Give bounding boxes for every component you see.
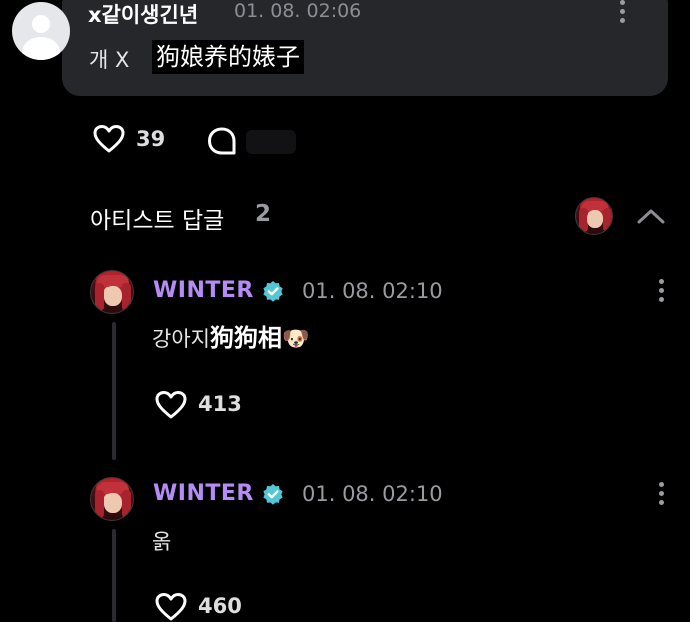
chevron-up-icon[interactable] xyxy=(636,207,666,225)
verified-badge-icon xyxy=(263,281,283,302)
reply-text-ko: 강아지 xyxy=(152,327,210,351)
dog-emoji-icon: 🐶 xyxy=(281,327,310,352)
more-vertical-icon[interactable] xyxy=(655,277,667,305)
artist-avatar-small[interactable] xyxy=(575,197,613,235)
comment-bubble-icon[interactable] xyxy=(206,126,238,156)
reply-count-hidden xyxy=(246,130,296,154)
comment-text-overlay: 狗娘养的婊子 xyxy=(152,40,304,74)
comment-author[interactable]: x같이생긴년 xyxy=(88,0,198,29)
heart-outline-icon[interactable] xyxy=(154,390,188,420)
heart-outline-icon[interactable] xyxy=(154,592,188,622)
comment-like-count: 39 xyxy=(136,127,166,151)
reply-time: 01. 08. 02:10 xyxy=(302,279,443,303)
reply-author[interactable]: WINTER xyxy=(153,481,254,506)
thread-line xyxy=(112,322,116,460)
reply-text: 옭 xyxy=(152,530,172,554)
reply-time: 01. 08. 02:10 xyxy=(302,482,443,506)
reply-text-zh: 狗狗相 xyxy=(209,324,282,352)
verified-badge-icon xyxy=(263,484,283,505)
more-vertical-icon[interactable] xyxy=(655,480,667,508)
avatar[interactable] xyxy=(90,477,134,521)
artist-replies-count: 2 xyxy=(255,201,272,227)
reply-author[interactable]: WINTER xyxy=(153,278,254,303)
artist-replies-title: 아티스트 답글 xyxy=(90,208,225,234)
more-vertical-icon[interactable] xyxy=(616,0,628,26)
comment-text: 개 X xyxy=(89,48,130,72)
reply-like-count: 460 xyxy=(198,594,242,618)
avatar[interactable] xyxy=(90,270,134,314)
comment-time: 01. 08. 02:06 xyxy=(234,0,362,22)
heart-outline-icon[interactable] xyxy=(92,124,126,154)
thread-line xyxy=(112,529,116,622)
reply-text: 강아지狗狗相🐶 xyxy=(152,318,309,353)
reply-like-count: 413 xyxy=(198,392,242,416)
default-profile-icon[interactable] xyxy=(12,2,70,60)
